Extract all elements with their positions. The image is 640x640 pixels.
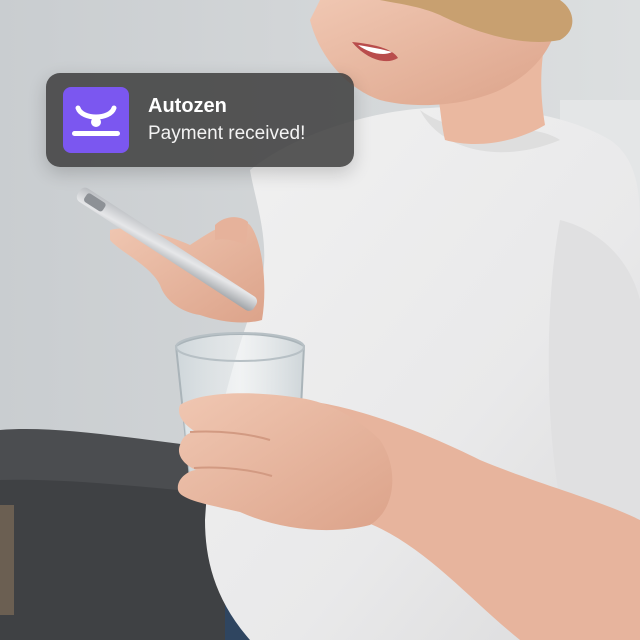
notification-app-name: Autozen [148,95,227,117]
notification-text: Autozen Payment received! [148,94,305,146]
autozen-logo-icon [63,87,129,153]
payment-notification[interactable]: Autozen Payment received! [46,73,354,167]
notification-message: Payment received! [148,123,306,144]
